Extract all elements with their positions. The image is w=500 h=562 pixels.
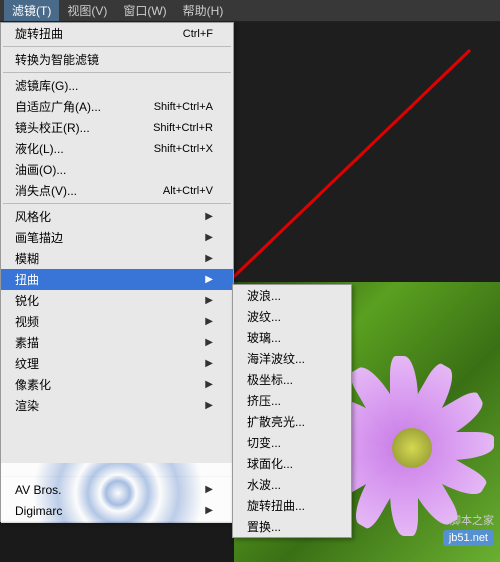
menu-shortcut: Ctrl+F bbox=[183, 28, 213, 40]
submenu-item-3[interactable]: 海洋波纹... bbox=[233, 348, 351, 369]
menu-label: 滤镜库(G)... bbox=[15, 77, 78, 94]
menubar-window[interactable]: 窗口(W) bbox=[115, 0, 174, 21]
menu-label: 旋转扭曲 bbox=[15, 25, 63, 42]
menu-label: 波纹... bbox=[247, 308, 281, 325]
chevron-right-icon: ▶ bbox=[205, 337, 213, 348]
menu-label: 波浪... bbox=[247, 287, 281, 304]
menu-item-g2-6[interactable]: 素描 ▶ bbox=[1, 332, 233, 353]
menu-label: 液化(L)... bbox=[15, 140, 64, 157]
menu-shortcut: Shift+Ctrl+R bbox=[153, 122, 213, 134]
menu-item-g1-4[interactable]: 油画(O)... bbox=[1, 159, 233, 180]
chevron-right-icon: ▶ bbox=[205, 316, 213, 327]
chevron-right-icon: ▶ bbox=[205, 232, 213, 243]
menu-separator bbox=[3, 46, 231, 47]
chevron-right-icon: ▶ bbox=[205, 484, 213, 495]
menu-label: 锐化 bbox=[15, 292, 39, 309]
menu-item-g2-7[interactable]: 纹理 ▶ bbox=[1, 353, 233, 374]
chevron-right-icon: ▶ bbox=[205, 505, 213, 516]
distort-submenu: 波浪... 波纹... 玻璃... 海洋波纹... 极坐标... 挤压... 扩散亮光...… bbox=[232, 284, 352, 538]
menu-label: 扩散亮光... bbox=[247, 413, 305, 430]
menu-item-g2-8[interactable]: 像素化 ▶ bbox=[1, 374, 233, 395]
menu-label: 海洋波纹... bbox=[247, 350, 305, 367]
menu-label: 转换为智能滤镜 bbox=[15, 51, 99, 68]
menu-label: 镜头校正(R)... bbox=[15, 119, 90, 136]
submenu-item-0[interactable]: 波浪... bbox=[233, 285, 351, 306]
menu-label: 自适应广角(A)... bbox=[15, 98, 101, 115]
chevron-right-icon: ▶ bbox=[205, 358, 213, 369]
menu-label: 切变... bbox=[247, 434, 281, 451]
menu-item-g2-1[interactable]: 画笔描边 ▶ bbox=[1, 227, 233, 248]
menu-item-g1-3[interactable]: 液化(L)... Shift+Ctrl+X bbox=[1, 138, 233, 159]
submenu-item-11[interactable]: 置换... bbox=[233, 516, 351, 537]
menu-label: 扭曲 bbox=[15, 271, 39, 288]
chevron-right-icon: ▶ bbox=[205, 379, 213, 390]
submenu-item-7[interactable]: 切变... bbox=[233, 432, 351, 453]
chevron-right-icon: ▶ bbox=[205, 295, 213, 306]
menu-label: 玻璃... bbox=[247, 329, 281, 346]
chevron-right-icon: ▶ bbox=[205, 400, 213, 411]
menu-label: 挤压... bbox=[247, 392, 281, 409]
submenu-item-2[interactable]: 玻璃... bbox=[233, 327, 351, 348]
submenu-item-8[interactable]: 球面化... bbox=[233, 453, 351, 474]
menu-label: 素描 bbox=[15, 334, 39, 351]
menu-label: 极坐标... bbox=[247, 371, 293, 388]
menu-label: 风格化 bbox=[15, 208, 51, 225]
menu-item-g1-5[interactable]: 消失点(V)... Alt+Ctrl+V bbox=[1, 180, 233, 201]
filter-menu: 旋转扭曲 Ctrl+F 转换为智能滤镜 滤镜库(G)... 自适应广角(A)...… bbox=[0, 22, 234, 522]
submenu-item-1[interactable]: 波纹... bbox=[233, 306, 351, 327]
menu-label: 渲染 bbox=[15, 397, 39, 414]
menubar-view[interactable]: 视图(V) bbox=[59, 0, 115, 21]
menu-item-g2-2[interactable]: 模糊 ▶ bbox=[1, 248, 233, 269]
menu-label: 纹理 bbox=[15, 355, 39, 372]
menu-label: 置换... bbox=[247, 518, 281, 535]
menu-separator bbox=[3, 203, 231, 204]
menu-label: 画笔描边 bbox=[15, 229, 63, 246]
menubar-filter[interactable]: 滤镜(T) bbox=[4, 0, 59, 21]
menu-convert-smart[interactable]: 转换为智能滤镜 bbox=[1, 49, 233, 70]
menu-separator bbox=[3, 72, 231, 73]
menu-label: 视频 bbox=[15, 313, 39, 330]
menu-item-g1-1[interactable]: 自适应广角(A)... Shift+Ctrl+A bbox=[1, 96, 233, 117]
menu-shortcut: Shift+Ctrl+X bbox=[154, 143, 213, 155]
submenu-item-5[interactable]: 挤压... bbox=[233, 390, 351, 411]
submenu-item-9[interactable]: 水波... bbox=[233, 474, 351, 495]
menu-label: AV Bros. bbox=[15, 483, 61, 497]
menu-item-g2-9[interactable]: 渲染 ▶ bbox=[1, 395, 233, 416]
menu-label: Digimarc bbox=[15, 504, 62, 518]
watermark-badge: jb51.net bbox=[443, 530, 494, 546]
menu-item-g2-0[interactable]: 风格化 ▶ bbox=[1, 206, 233, 227]
menu-last-filter[interactable]: 旋转扭曲 Ctrl+F bbox=[1, 23, 233, 44]
menu-label: 模糊 bbox=[15, 250, 39, 267]
menubar-help[interactable]: 帮助(H) bbox=[175, 0, 232, 21]
menu-label: 像素化 bbox=[15, 376, 51, 393]
menu-shortcut: Shift+Ctrl+A bbox=[154, 101, 213, 113]
menu-label: 球面化... bbox=[247, 455, 293, 472]
menu-shortcut: Alt+Ctrl+V bbox=[163, 185, 213, 197]
chevron-right-icon: ▶ bbox=[205, 274, 213, 285]
menu-item-g1-0[interactable]: 滤镜库(G)... bbox=[1, 75, 233, 96]
menu-label: 水波... bbox=[247, 476, 281, 493]
submenu-item-10[interactable]: 旋转扭曲... bbox=[233, 495, 351, 516]
menu-item-g2-3[interactable]: 扭曲 ▶ bbox=[1, 269, 233, 290]
menu-item-g2-4[interactable]: 锐化 ▶ bbox=[1, 290, 233, 311]
menu-item-g3-0[interactable]: AV Bros. ▶ bbox=[1, 479, 233, 500]
canvas-empty bbox=[234, 22, 500, 282]
menu-label: 油画(O)... bbox=[15, 161, 66, 178]
menubar: 滤镜(T) 视图(V) 窗口(W) 帮助(H) bbox=[0, 0, 500, 22]
menu-label: 旋转扭曲... bbox=[247, 497, 305, 514]
menu-label: 消失点(V)... bbox=[15, 182, 77, 199]
submenu-item-6[interactable]: 扩散亮光... bbox=[233, 411, 351, 432]
menu-item-g1-2[interactable]: 镜头校正(R)... Shift+Ctrl+R bbox=[1, 117, 233, 138]
chevron-right-icon: ▶ bbox=[205, 253, 213, 264]
menu-item-g3-1[interactable]: Digimarc ▶ bbox=[1, 500, 233, 521]
menu-item-g2-5[interactable]: 视频 ▶ bbox=[1, 311, 233, 332]
submenu-item-4[interactable]: 极坐标... bbox=[233, 369, 351, 390]
watermark-text: 脚本之家 bbox=[450, 512, 494, 528]
chevron-right-icon: ▶ bbox=[205, 211, 213, 222]
